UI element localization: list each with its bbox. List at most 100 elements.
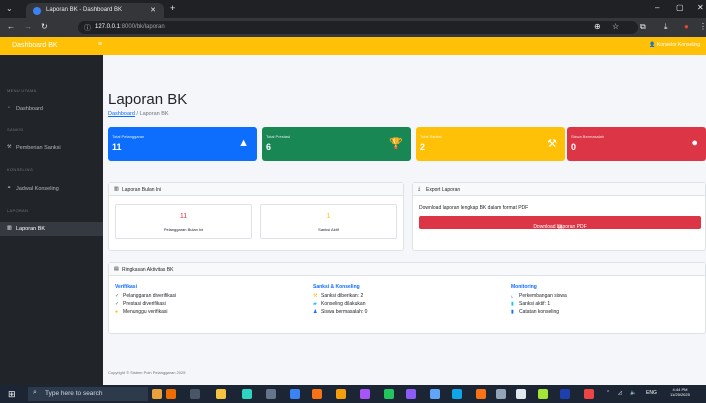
sidebar-item-label: Dashboard	[16, 106, 43, 112]
taskbar-app-icon[interactable]	[312, 389, 322, 399]
volume-icon[interactable]: 🔈	[630, 390, 636, 396]
chrome-icon[interactable]	[336, 389, 346, 399]
list-item: ⌞ Perkembangan siswa	[511, 293, 567, 299]
users-icon: ♟	[313, 309, 318, 315]
download-pdf-label: Download Laporan PDF	[533, 224, 587, 230]
extensions-icon[interactable]: ⧉	[640, 22, 646, 32]
stat-value: 6	[266, 142, 272, 152]
reload-icon[interactable]: ↻	[41, 22, 48, 31]
page-title: Laporan BK	[108, 91, 188, 108]
site-info-icon[interactable]: ⓘ	[84, 23, 91, 33]
taskbar-app-icon[interactable]	[242, 389, 252, 399]
translate-icon[interactable]: ⊕	[594, 22, 601, 31]
export-description: Download laporan lengkap BK dalam format…	[419, 205, 529, 211]
list-item: ✓ Pelanggaran diverifikasi	[115, 293, 177, 299]
taskbar-app-icon[interactable]	[496, 389, 506, 399]
taskbar-app-icon[interactable]	[152, 389, 162, 399]
column-title: Monitoring	[511, 284, 537, 290]
language-icon[interactable]: ENG	[646, 390, 657, 396]
check-icon: ✓	[115, 293, 120, 299]
url-host: 127.0.0.1	[95, 24, 121, 30]
chart-icon: ▥	[7, 225, 12, 231]
os-taskbar: ⊞ ⌕ Type here to search ⌃ ◿ 🔈 ENG 4:44 P…	[0, 385, 706, 403]
taskbar-clock[interactable]: 4:44 PM 11/25/2025	[660, 387, 700, 397]
stat-value: 2	[420, 142, 426, 152]
browser-tab[interactable]: Laporan BK - Dashboard BK ✕	[26, 3, 164, 18]
footer-copyright: Copyright © Sistem Poin Pelanggaran 2025	[108, 370, 186, 375]
new-tab-icon[interactable]: +	[170, 3, 175, 13]
taskbar-app-icon[interactable]	[166, 389, 176, 399]
alert-icon: ●	[691, 137, 698, 149]
violations-value: 11	[179, 213, 188, 220]
list-item: ▮ Catatan konseling	[511, 309, 560, 315]
list-item: ▰ Konseling dilakukan	[313, 301, 366, 307]
network-icon[interactable]: ◿	[618, 390, 622, 396]
close-window-icon[interactable]: ✕	[697, 3, 704, 12]
windows-start-icon[interactable]: ⊞	[8, 389, 16, 400]
sidebar-item-laporan-bk[interactable]: ▥ Laporan BK	[0, 222, 103, 236]
file-icon: ▮	[511, 301, 514, 307]
tray-chevron-icon[interactable]: ⌃	[606, 390, 610, 396]
summary-column-verifikasi: Verifikasi ✓ Pelanggaran diverifikasi ✓ Pr…	[115, 284, 305, 317]
breadcrumb: Dashboard / Laporan BK	[108, 111, 169, 117]
summary-column-sanksi-konseling: Sanksi & Konseling ⚒ Sanksi diberikan: 2 …	[313, 284, 503, 317]
list-item: ⚒ Sanksi diberikan: 2	[313, 293, 364, 299]
download-icon[interactable]: ⤓	[664, 22, 668, 32]
tab-search-icon[interactable]: ⌄	[6, 4, 18, 14]
stat-card-pelanggaran: Total Pelanggaran 11 ▲	[108, 127, 257, 161]
sidebar-heading-konseling: KONSELING	[7, 167, 34, 172]
taskbar-app-icon[interactable]	[476, 389, 486, 399]
taskbar-app-icon[interactable]	[406, 389, 416, 399]
sidebar-heading-main: MENU UTAMA	[7, 88, 37, 93]
taskbar-app-icon[interactable]	[584, 389, 594, 399]
sidebar-heading-laporan: LAPORAN	[7, 208, 29, 213]
clock-date: 11/25/2025	[670, 392, 690, 397]
taskbar-app-icon[interactable]	[360, 389, 370, 399]
breadcrumb-current: / Laporan BK	[134, 111, 169, 117]
close-tab-icon[interactable]: ✕	[150, 6, 156, 14]
sidebar-item-pemberian-sanksi[interactable]: ⚒ Pemberian Sanksi	[0, 141, 103, 155]
sidebar-item-dashboard[interactable]: ◔ Dashboard	[0, 102, 103, 116]
forward-icon[interactable]: →	[24, 22, 32, 31]
column-title: Sanksi & Konseling	[313, 284, 360, 290]
violations-label: Pelanggaran Bulan Ini	[163, 227, 204, 232]
card-header: ▤ Ringkasan Aktivitas BK	[109, 263, 705, 276]
bookmark-star-icon[interactable]: ☆	[612, 22, 619, 31]
sidebar-item-label: Jadwal Konseling	[16, 186, 59, 192]
stat-value: 11	[112, 142, 122, 152]
sidebar-item-jadwal-konseling[interactable]: ⚭ Jadwal Konseling	[0, 182, 103, 196]
taskbar-app-icon[interactable]	[430, 389, 440, 399]
back-icon[interactable]: ←	[7, 22, 15, 31]
stat-card-siswa-bermasalah: Siswa Bermasalah 0 ●	[567, 127, 706, 161]
task-view-icon[interactable]	[190, 389, 200, 399]
file-explorer-icon[interactable]	[216, 389, 226, 399]
chat-icon: ▰	[313, 301, 317, 307]
user-menu[interactable]: 👤 Konselor Konseling	[649, 42, 700, 48]
navbar-brand[interactable]: Dashboard BK	[12, 42, 58, 49]
sidebar-toggle-icon[interactable]: ≡	[98, 41, 102, 48]
profile-icon[interactable]: ●	[684, 22, 689, 31]
download-pdf-button[interactable]: ▤ Download Laporan PDF	[419, 216, 701, 230]
taskbar-search[interactable]: ⌕ Type here to search	[28, 387, 148, 401]
taskbar-app-icon[interactable]	[560, 389, 570, 399]
stat-label: Total Sanksi	[420, 134, 442, 139]
vscode-icon[interactable]	[290, 389, 300, 399]
taskbar-app-icon[interactable]	[516, 389, 526, 399]
taskbar-app-icon[interactable]	[384, 389, 394, 399]
url-field[interactable]: ⓘ 127.0.0.1:8000/bk/laporan	[78, 21, 638, 34]
list-item: ▮ Sanksi aktif: 1	[511, 301, 551, 307]
main-content: Laporan BK Dashboard / Laporan BK Total …	[103, 55, 706, 385]
taskbar-app-icon[interactable]	[266, 389, 276, 399]
gavel-icon: ⚒	[547, 138, 557, 150]
violations-box: 11 Pelanggaran Bulan Ini	[115, 204, 252, 239]
card-header-title: Ringkasan Aktivitas BK	[122, 267, 174, 273]
taskbar-app-icon[interactable]	[452, 389, 462, 399]
stat-card-sanksi: Total Sanksi 2 ⚒	[416, 127, 565, 161]
sidebar-item-label: Pemberian Sanksi	[16, 145, 61, 151]
browser-menu-icon[interactable]: ⋮	[699, 22, 706, 31]
maximize-icon[interactable]: ▢	[676, 3, 684, 12]
trophy-icon: 🏆	[389, 138, 403, 150]
minimize-icon[interactable]: –	[655, 3, 659, 12]
breadcrumb-dashboard-link[interactable]: Dashboard	[108, 111, 135, 117]
taskbar-app-icon[interactable]	[538, 389, 548, 399]
